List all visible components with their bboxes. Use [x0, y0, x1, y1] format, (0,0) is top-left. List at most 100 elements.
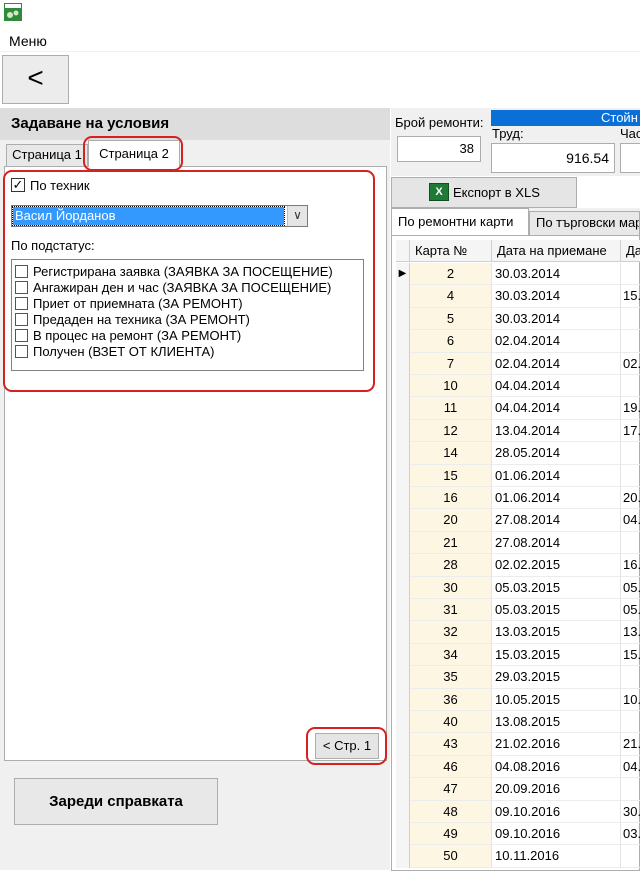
cell-date[interactable]: 13.: [621, 621, 640, 644]
cell-card-number[interactable]: 49: [410, 823, 492, 846]
column-header-date-received[interactable]: Дата на приемане: [492, 240, 621, 262]
cell-date-received[interactable]: 10.11.2016: [492, 845, 621, 868]
cell-date[interactable]: [621, 778, 640, 801]
cell-date-received[interactable]: 05.03.2015: [492, 599, 621, 622]
cell-date[interactable]: [621, 465, 640, 487]
cell-card-number[interactable]: 11: [410, 397, 492, 420]
cell-date[interactable]: [621, 308, 640, 331]
cell-date[interactable]: [621, 845, 640, 868]
cell-card-number[interactable]: 36: [410, 688, 492, 711]
row-selector[interactable]: [396, 599, 410, 622]
table-row[interactable]: 28 02.02.2015 16.: [396, 554, 640, 577]
row-selector[interactable]: [396, 823, 410, 846]
cell-date[interactable]: 10.: [621, 689, 640, 711]
row-selector[interactable]: [396, 800, 410, 823]
row-selector[interactable]: [396, 755, 410, 779]
column-header-date[interactable]: Дат: [621, 240, 640, 262]
row-selector[interactable]: [396, 464, 410, 487]
cell-card-number[interactable]: 43: [410, 733, 492, 756]
cell-card-number[interactable]: 4: [410, 285, 492, 308]
row-selector[interactable]: [396, 375, 410, 398]
cell-date-received[interactable]: 29.03.2015: [492, 666, 621, 689]
table-row[interactable]: 32 13.03.2015 13.: [396, 621, 640, 644]
row-selector[interactable]: [396, 531, 410, 555]
row-selector[interactable]: [396, 666, 410, 689]
row-selector[interactable]: [396, 442, 410, 465]
cell-date[interactable]: 19.: [621, 397, 640, 420]
row-selector[interactable]: [396, 576, 410, 599]
cell-card-number[interactable]: 12: [410, 419, 492, 443]
cell-date-received[interactable]: 21.02.2016: [492, 733, 621, 756]
cell-date-received[interactable]: 30.03.2014: [492, 307, 621, 331]
table-row[interactable]: 35 29.03.2015: [396, 666, 640, 689]
cell-card-number[interactable]: 20: [410, 509, 492, 532]
cell-card-number[interactable]: 34: [410, 643, 492, 667]
table-row[interactable]: 49 09.10.2016 03.: [396, 823, 640, 846]
cell-date[interactable]: 21.: [621, 733, 640, 756]
cell-card-number[interactable]: 50: [410, 845, 492, 868]
row-selector[interactable]: [396, 554, 410, 577]
table-row[interactable]: 36 10.05.2015 10.: [396, 688, 640, 711]
table-row[interactable]: 20 27.08.2014 04.: [396, 509, 640, 532]
table-row[interactable]: 31 05.03.2015 05.: [396, 599, 640, 622]
cell-date-received[interactable]: 04.04.2014: [492, 375, 621, 398]
table-row[interactable]: 50 10.11.2016: [396, 845, 640, 868]
cell-date-received[interactable]: 30.03.2014: [492, 285, 621, 308]
cell-card-number[interactable]: 15: [410, 464, 492, 487]
cell-date-received[interactable]: 10.05.2015: [492, 688, 621, 711]
cell-date[interactable]: 05.: [621, 577, 640, 599]
cell-card-number[interactable]: 46: [410, 755, 492, 779]
back-button[interactable]: <: [2, 55, 69, 104]
cell-date[interactable]: 02.: [621, 353, 640, 375]
cell-date-received[interactable]: 02.04.2014: [492, 330, 621, 353]
cell-card-number[interactable]: 16: [410, 487, 492, 510]
cell-date-received[interactable]: 02.02.2015: [492, 554, 621, 577]
table-row[interactable]: 43 21.02.2016 21.: [396, 733, 640, 756]
table-row[interactable]: 5 30.03.2014: [396, 307, 640, 331]
cell-card-number[interactable]: 2: [410, 263, 492, 286]
table-row[interactable]: 10 04.04.2014: [396, 375, 640, 398]
cell-date[interactable]: 15.: [621, 644, 640, 667]
cell-card-number[interactable]: 30: [410, 576, 492, 599]
export-xls-button[interactable]: Експорт в XLS: [391, 177, 577, 208]
cell-date[interactable]: 20.: [621, 487, 640, 510]
table-row[interactable]: 6 02.04.2014: [396, 330, 640, 353]
table-row[interactable]: 7 02.04.2014 02.: [396, 352, 640, 375]
current-row-indicator-icon[interactable]: ▶: [396, 263, 410, 286]
tab-by-repair-cards[interactable]: По ремонтни карти: [391, 208, 529, 235]
cell-date[interactable]: 05.: [621, 599, 640, 622]
table-row[interactable]: 46 04.08.2016 04.: [396, 755, 640, 779]
cell-date[interactable]: [621, 375, 640, 398]
cell-card-number[interactable]: 47: [410, 778, 492, 801]
cell-date[interactable]: [621, 666, 640, 689]
cell-card-number[interactable]: 31: [410, 599, 492, 622]
cell-date-received[interactable]: 13.08.2015: [492, 711, 621, 734]
table-row[interactable]: 16 01.06.2014 20.: [396, 487, 640, 510]
cell-date-received[interactable]: 13.04.2014: [492, 419, 621, 443]
cell-date-received[interactable]: 09.10.2016: [492, 823, 621, 846]
cell-card-number[interactable]: 32: [410, 621, 492, 644]
cell-card-number[interactable]: 6: [410, 330, 492, 353]
cell-date-received[interactable]: 28.05.2014: [492, 442, 621, 465]
cell-card-number[interactable]: 7: [410, 352, 492, 375]
cell-date-received[interactable]: 27.08.2014: [492, 531, 621, 555]
table-row[interactable]: 30 05.03.2015 05.: [396, 576, 640, 599]
row-selector[interactable]: [396, 778, 410, 801]
menu-item[interactable]: Меню: [9, 33, 47, 49]
cell-card-number[interactable]: 48: [410, 800, 492, 823]
cell-date[interactable]: 04.: [621, 509, 640, 532]
row-selector[interactable]: [396, 621, 410, 644]
cell-date-received[interactable]: 30.03.2014: [492, 263, 621, 286]
cell-date-received[interactable]: 04.04.2014: [492, 397, 621, 420]
table-row[interactable]: 47 20.09.2016: [396, 778, 640, 801]
cell-date-received[interactable]: 13.03.2015: [492, 621, 621, 644]
cell-card-number[interactable]: 5: [410, 307, 492, 331]
tab-page-1[interactable]: Страница 1: [6, 144, 88, 166]
cell-card-number[interactable]: 40: [410, 711, 492, 734]
cell-card-number[interactable]: 28: [410, 554, 492, 577]
row-selector[interactable]: [396, 643, 410, 667]
row-selector[interactable]: [396, 330, 410, 353]
row-selector[interactable]: [396, 285, 410, 308]
row-selector[interactable]: [396, 397, 410, 420]
cell-card-number[interactable]: 14: [410, 442, 492, 465]
